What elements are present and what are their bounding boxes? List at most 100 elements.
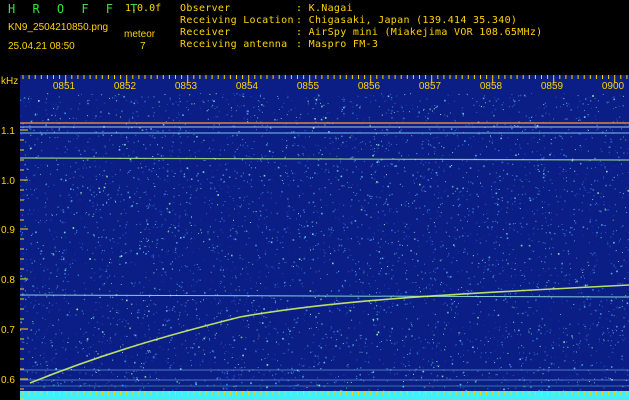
noise-dot xyxy=(149,376,151,378)
noise-dot xyxy=(420,315,422,317)
noise-dot xyxy=(419,366,421,368)
noise-dot xyxy=(622,193,624,195)
noise-dot xyxy=(165,324,167,326)
noise-dot xyxy=(617,327,619,329)
noise-dot xyxy=(68,311,70,313)
noise-dot xyxy=(136,376,138,378)
noise-dot xyxy=(133,102,136,105)
noise-dot xyxy=(377,160,380,162)
noise-dot xyxy=(509,363,511,366)
noise-dot xyxy=(193,285,195,287)
noise-dot xyxy=(610,246,611,248)
noise-dot xyxy=(609,184,611,186)
noise-dot xyxy=(388,306,390,309)
noise-dot xyxy=(502,335,504,337)
noise-dot xyxy=(610,366,613,368)
noise-dot xyxy=(321,323,323,325)
noise-dot xyxy=(154,195,156,197)
noise-dot xyxy=(587,115,589,117)
noise-dot xyxy=(237,105,238,107)
noise-dot xyxy=(551,219,553,221)
noise-dot xyxy=(146,305,148,307)
noise-dot xyxy=(289,330,291,332)
noise-dot xyxy=(144,376,147,378)
noise-dot xyxy=(494,327,496,329)
noise-dot xyxy=(366,274,368,276)
noise-dot xyxy=(206,297,208,299)
noise-dot xyxy=(563,390,565,392)
noise-dot xyxy=(441,203,443,205)
noise-dot xyxy=(49,141,51,143)
noise-dot xyxy=(184,123,186,125)
noise-dot xyxy=(376,181,378,183)
noise-dot xyxy=(395,165,397,167)
noise-dot xyxy=(277,98,279,100)
noise-dot xyxy=(134,193,136,195)
noise-dot xyxy=(592,95,594,97)
noise-dot xyxy=(231,224,233,226)
noise-dot xyxy=(153,95,155,98)
noise-dot xyxy=(608,101,610,103)
noise-dot xyxy=(245,326,247,328)
noise-dot xyxy=(218,285,220,287)
noise-dot xyxy=(243,96,245,98)
noise-dot xyxy=(436,105,438,108)
noise-dot xyxy=(189,270,191,272)
noise-dot xyxy=(330,229,332,231)
noise-dot xyxy=(72,364,74,366)
noise-dot xyxy=(284,178,285,180)
noise-dot xyxy=(538,190,541,192)
noise-dot xyxy=(567,346,569,348)
noise-dot xyxy=(102,175,104,177)
noise-dot xyxy=(397,248,399,250)
noise-dot xyxy=(173,224,175,226)
noise-dot xyxy=(401,204,402,206)
noise-dot xyxy=(595,255,597,257)
noise-dot xyxy=(541,228,543,230)
noise-dot xyxy=(150,300,152,301)
noise-dot xyxy=(291,366,293,368)
noise-dot xyxy=(313,154,315,156)
noise-dot xyxy=(226,307,228,309)
noise-dot xyxy=(596,350,598,352)
noise-dot xyxy=(128,365,130,367)
noise-dot xyxy=(622,95,624,97)
noise-dot xyxy=(117,189,120,192)
noise-dot xyxy=(443,147,445,149)
noise-dot xyxy=(33,174,35,177)
noise-dot xyxy=(391,269,393,271)
noise-dot xyxy=(147,179,149,181)
noise-dot xyxy=(459,339,462,342)
noise-dot xyxy=(623,340,625,342)
noise-dot xyxy=(197,172,199,175)
noise-dot xyxy=(379,359,381,361)
noise-dot xyxy=(394,362,396,364)
noise-dot xyxy=(131,261,133,263)
noise-dot xyxy=(283,102,285,104)
noise-dot xyxy=(245,337,247,339)
noise-dot xyxy=(404,226,406,228)
noise-dot xyxy=(527,314,529,316)
noise-dot xyxy=(237,364,239,365)
noise-dot xyxy=(131,312,132,314)
noise-dot xyxy=(44,342,47,345)
noise-dot xyxy=(618,261,619,262)
noise-dot xyxy=(604,225,606,227)
noise-dot xyxy=(324,252,326,254)
noise-dot xyxy=(592,323,594,325)
noise-dot xyxy=(439,259,442,262)
noise-dot xyxy=(195,309,197,311)
noise-dot xyxy=(303,237,305,239)
noise-dot xyxy=(174,125,176,127)
noise-dot xyxy=(174,249,176,251)
noise-dot xyxy=(328,169,329,171)
noise-dot xyxy=(274,162,276,163)
noise-dot xyxy=(224,344,226,346)
noise-dot xyxy=(597,204,599,205)
noise-dot xyxy=(405,141,407,143)
noise-dot xyxy=(258,305,260,307)
noise-dot xyxy=(410,93,412,95)
noise-dot xyxy=(247,389,249,391)
noise-dot xyxy=(357,292,359,293)
noise-dot xyxy=(363,380,365,382)
